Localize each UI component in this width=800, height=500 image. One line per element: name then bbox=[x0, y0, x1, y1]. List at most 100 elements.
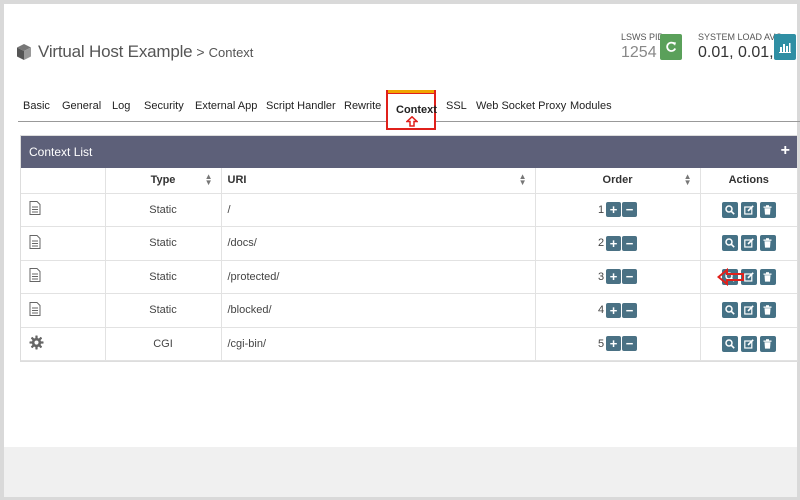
view-button[interactable] bbox=[721, 235, 738, 252]
header-order[interactable]: Order ▲ ▼ bbox=[535, 168, 701, 194]
zoom-icon bbox=[725, 305, 735, 316]
order-decrease-button[interactable]: − bbox=[622, 302, 638, 318]
row-icon-cell bbox=[21, 260, 106, 294]
edit-button[interactable] bbox=[740, 335, 757, 352]
restart-button[interactable] bbox=[660, 34, 682, 60]
file-icon bbox=[29, 201, 41, 216]
order-number: 2 bbox=[597, 237, 605, 250]
table-row: Static/blocked/4 + − bbox=[21, 293, 797, 328]
delete-button[interactable] bbox=[759, 302, 776, 319]
row-type: Static bbox=[105, 193, 222, 227]
file-icon bbox=[29, 301, 41, 316]
tab-external-app[interactable]: External App bbox=[195, 100, 257, 112]
tab-log[interactable]: Log bbox=[112, 100, 130, 112]
breadcrumb-separator: > bbox=[196, 44, 205, 60]
row-icon-cell bbox=[21, 293, 106, 328]
trash-icon bbox=[763, 271, 772, 282]
row-uri: /docs/ bbox=[221, 226, 536, 261]
table-row: Static/1 + − bbox=[21, 193, 797, 227]
tab-security[interactable]: Security bbox=[144, 100, 184, 112]
header-actions-label: Actions bbox=[728, 174, 769, 187]
table-row: Static/protected/3 + − bbox=[21, 260, 797, 294]
row-actions-cell bbox=[700, 293, 797, 328]
delete-button[interactable] bbox=[759, 201, 776, 218]
row-type: Static bbox=[105, 226, 222, 261]
order-number: 3 bbox=[597, 270, 605, 283]
table-row: CGI/cgi-bin/5 + − bbox=[21, 327, 797, 361]
header-icon-col bbox=[21, 168, 106, 194]
row-order-cell: 3 + − bbox=[535, 260, 701, 294]
sort-icon: ▲ ▼ bbox=[518, 172, 527, 187]
tab-general[interactable]: General bbox=[62, 100, 101, 112]
order-increase-button[interactable]: + bbox=[606, 235, 622, 251]
tab-ssl[interactable]: SSL bbox=[446, 100, 467, 112]
add-context-button[interactable]: + bbox=[781, 142, 790, 160]
vhost-name: Virtual Host Example bbox=[38, 42, 193, 61]
sort-icon: ▲ ▼ bbox=[204, 172, 213, 187]
tab-bar: Basic General Log Security External App … bbox=[18, 90, 800, 130]
page-title: Virtual Host Example > Context bbox=[16, 42, 253, 62]
row-uri: /cgi-bin/ bbox=[221, 327, 536, 361]
left-arrow-icon bbox=[717, 268, 744, 286]
tab-script-handler[interactable]: Script Handler bbox=[266, 100, 336, 112]
row-uri: /protected/ bbox=[221, 260, 536, 294]
tab-basic[interactable]: Basic bbox=[23, 100, 50, 112]
pid-label: LSWS PID bbox=[621, 32, 665, 42]
delete-button[interactable] bbox=[759, 335, 776, 352]
tab-web-socket-proxy[interactable]: Web Socket Proxy bbox=[476, 100, 566, 112]
up-arrow-icon bbox=[406, 116, 418, 127]
view-button[interactable] bbox=[721, 335, 738, 352]
edit-icon bbox=[743, 338, 754, 349]
pid-value: 1254 bbox=[621, 44, 657, 61]
bar-chart-icon bbox=[779, 43, 791, 53]
edit-button[interactable] bbox=[740, 235, 757, 252]
edit-icon bbox=[743, 305, 754, 315]
row-icon-cell bbox=[21, 327, 106, 361]
pid-stat: LSWS PID 1254 bbox=[621, 32, 664, 62]
edit-icon bbox=[743, 204, 754, 215]
header-type[interactable]: Type ▲ ▼ bbox=[105, 168, 222, 194]
order-increase-button[interactable]: + bbox=[606, 202, 622, 218]
delete-button[interactable] bbox=[759, 235, 776, 252]
context-table: Type ▲ ▼ URI ▲ ▼ Order ▲ ▼ Actions Stati… bbox=[21, 168, 797, 361]
view-button[interactable] bbox=[721, 201, 738, 218]
trash-icon bbox=[763, 204, 772, 215]
row-type: Static bbox=[105, 293, 222, 328]
tab-modules[interactable]: Modules bbox=[570, 100, 612, 112]
tab-context[interactable]: Context bbox=[386, 90, 437, 130]
breadcrumb-current: Context bbox=[208, 44, 254, 60]
trash-icon bbox=[763, 238, 772, 248]
order-number: 4 bbox=[597, 304, 605, 317]
order-increase-button[interactable]: + bbox=[606, 302, 622, 318]
view-button[interactable] bbox=[721, 302, 738, 319]
tab-context-label: Context bbox=[396, 104, 437, 116]
row-type: CGI bbox=[105, 327, 222, 361]
order-decrease-button[interactable]: − bbox=[622, 269, 638, 285]
header-actions: Actions bbox=[700, 168, 797, 194]
order-decrease-button[interactable]: − bbox=[622, 336, 638, 352]
delete-button[interactable] bbox=[759, 268, 776, 285]
row-type: Static bbox=[105, 260, 222, 294]
header-type-label: Type bbox=[150, 174, 176, 187]
header-uri[interactable]: URI ▲ ▼ bbox=[221, 168, 536, 194]
order-decrease-button[interactable]: − bbox=[622, 235, 638, 251]
row-actions-cell bbox=[700, 226, 797, 261]
edit-button[interactable] bbox=[740, 302, 757, 319]
panel-title: Context List bbox=[29, 145, 93, 159]
tab-rewrite[interactable]: Rewrite bbox=[344, 100, 381, 112]
edit-icon bbox=[743, 238, 754, 248]
edit-icon bbox=[743, 271, 754, 282]
order-number: 5 bbox=[597, 337, 605, 350]
row-icon-cell bbox=[21, 193, 106, 227]
trash-icon bbox=[763, 305, 772, 315]
row-icon-cell bbox=[21, 226, 106, 261]
cube-icon bbox=[17, 44, 31, 60]
row-actions-cell bbox=[700, 260, 797, 294]
order-decrease-button[interactable]: − bbox=[622, 202, 638, 218]
order-increase-button[interactable]: + bbox=[606, 269, 622, 285]
edit-button[interactable] bbox=[740, 201, 757, 218]
context-list-panel: Context List + Type ▲ ▼ URI ▲ ▼ Order ▲ … bbox=[20, 135, 798, 362]
order-increase-button[interactable]: + bbox=[606, 336, 622, 352]
load-chart-button[interactable] bbox=[774, 34, 796, 60]
table-row: Static/docs/2 + − bbox=[21, 226, 797, 261]
